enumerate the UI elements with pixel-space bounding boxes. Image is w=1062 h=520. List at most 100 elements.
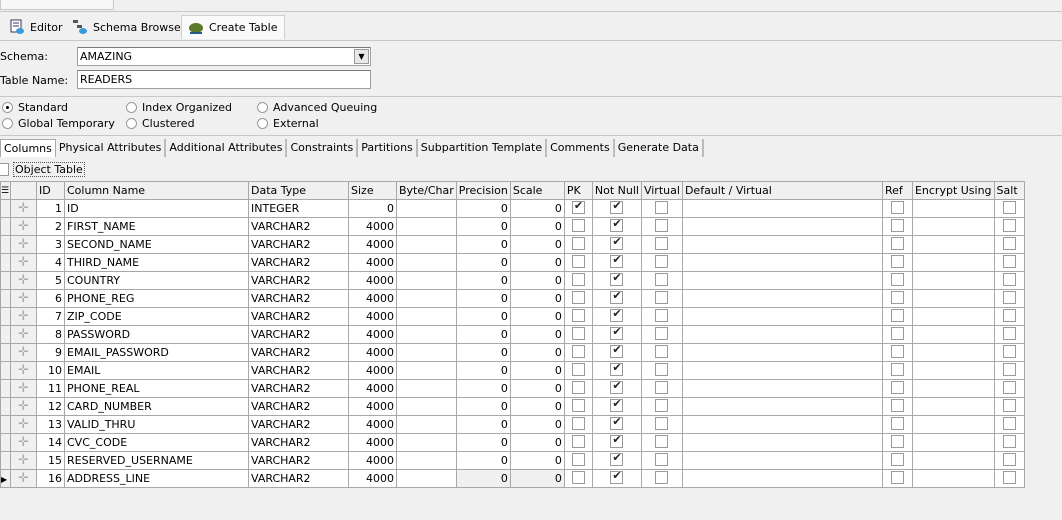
chevron-down-icon[interactable]: ▼ — [354, 49, 369, 64]
cell-column-name[interactable]: EMAIL — [64, 361, 249, 380]
cell-id[interactable]: 11 — [36, 379, 65, 398]
row-move-icon[interactable]: ✛ — [10, 289, 37, 308]
row-indicator[interactable] — [0, 343, 11, 362]
not-null-checkbox[interactable] — [591, 343, 642, 362]
cell-precision[interactable]: 0 — [455, 271, 511, 290]
cell-byte-char[interactable] — [396, 235, 457, 254]
ref-checkbox[interactable] — [881, 379, 913, 398]
cell-byte-char[interactable] — [396, 451, 457, 470]
cell-column-name[interactable]: ADDRESS_LINE — [64, 469, 249, 488]
virtual-checkbox[interactable] — [640, 433, 683, 452]
table-row[interactable]: ✛ 12 CARD_NUMBER VARCHAR2 4000 0 0 — [0, 397, 1025, 416]
cell-default[interactable] — [681, 379, 883, 398]
row-move-icon[interactable]: ✛ — [10, 199, 37, 218]
radio-external[interactable]: External — [257, 117, 319, 130]
salt-checkbox[interactable] — [993, 271, 1025, 290]
not-null-checkbox[interactable] — [591, 325, 642, 344]
virtual-checkbox[interactable] — [640, 307, 683, 326]
salt-checkbox[interactable] — [993, 289, 1025, 308]
table-row[interactable]: ✛ 5 COUNTRY VARCHAR2 4000 0 0 — [0, 271, 1025, 290]
cell-precision[interactable]: 0 — [455, 343, 511, 362]
cell-id[interactable]: 1 — [36, 199, 65, 218]
cell-scale[interactable]: 0 — [509, 451, 565, 470]
cell-size[interactable]: 4000 — [348, 289, 397, 308]
salt-checkbox[interactable] — [993, 397, 1025, 416]
ref-checkbox[interactable] — [881, 271, 913, 290]
subtab-partitions[interactable]: Partitions — [358, 139, 418, 157]
subtab-columns[interactable]: Columns — [0, 139, 56, 157]
cell-encrypt-using[interactable] — [911, 307, 995, 326]
cell-precision[interactable]: 0 — [455, 469, 511, 488]
column-header[interactable]: Data Type — [248, 181, 349, 200]
cell-encrypt-using[interactable] — [911, 253, 995, 272]
cell-byte-char[interactable] — [396, 271, 457, 290]
salt-checkbox[interactable] — [993, 343, 1025, 362]
ref-checkbox[interactable] — [881, 253, 913, 272]
salt-checkbox[interactable] — [993, 235, 1025, 254]
virtual-checkbox[interactable] — [640, 199, 683, 218]
cell-precision[interactable]: 0 — [455, 253, 511, 272]
not-null-checkbox[interactable] — [591, 451, 642, 470]
cell-byte-char[interactable] — [396, 217, 457, 236]
cell-column-name[interactable]: PASSWORD — [64, 325, 249, 344]
salt-checkbox[interactable] — [993, 217, 1025, 236]
cell-byte-char[interactable] — [396, 397, 457, 416]
not-null-checkbox[interactable] — [591, 217, 642, 236]
not-null-checkbox[interactable] — [591, 253, 642, 272]
cell-size[interactable]: 4000 — [348, 469, 397, 488]
cell-scale[interactable]: 0 — [509, 325, 565, 344]
column-header[interactable]: ID — [36, 181, 65, 200]
table-row[interactable]: ✛ 13 VALID_THRU VARCHAR2 4000 0 0 — [0, 415, 1025, 434]
cell-precision[interactable]: 0 — [455, 235, 511, 254]
cell-default[interactable] — [681, 361, 883, 380]
row-indicator[interactable] — [0, 271, 11, 290]
row-move-icon[interactable]: ✛ — [10, 343, 37, 362]
cell-scale[interactable]: 0 — [509, 415, 565, 434]
cell-data-type[interactable]: VARCHAR2 — [248, 469, 349, 488]
cell-encrypt-using[interactable] — [911, 469, 995, 488]
cell-data-type[interactable]: VARCHAR2 — [248, 235, 349, 254]
row-indicator[interactable] — [0, 289, 11, 308]
ref-checkbox[interactable] — [881, 415, 913, 434]
cell-size[interactable]: 4000 — [348, 271, 397, 290]
subtab-additional-attributes[interactable]: Additional Attributes — [166, 139, 288, 157]
radio-clustered[interactable]: Clustered — [126, 117, 195, 130]
pk-checkbox[interactable] — [563, 271, 593, 290]
cell-id[interactable]: 16 — [36, 469, 65, 488]
virtual-checkbox[interactable] — [640, 325, 683, 344]
cell-data-type[interactable]: VARCHAR2 — [248, 289, 349, 308]
cell-column-name[interactable]: EMAIL_PASSWORD — [64, 343, 249, 362]
schema-dropdown[interactable]: AMAZING ▼ — [77, 47, 371, 66]
cell-default[interactable] — [681, 415, 883, 434]
cell-encrypt-using[interactable] — [911, 235, 995, 254]
cell-column-name[interactable]: RESERVED_USERNAME — [64, 451, 249, 470]
cell-byte-char[interactable] — [396, 433, 457, 452]
row-move-icon[interactable]: ✛ — [10, 253, 37, 272]
cell-encrypt-using[interactable] — [911, 433, 995, 452]
cell-size[interactable]: 4000 — [348, 451, 397, 470]
row-indicator[interactable] — [0, 325, 11, 344]
cell-byte-char[interactable] — [396, 307, 457, 326]
cell-column-name[interactable]: ZIP_CODE — [64, 307, 249, 326]
virtual-checkbox[interactable] — [640, 379, 683, 398]
cell-precision[interactable]: 0 — [455, 415, 511, 434]
virtual-checkbox[interactable] — [640, 469, 683, 488]
cell-size[interactable]: 4000 — [348, 343, 397, 362]
column-header[interactable]: Column Name — [64, 181, 249, 200]
pk-checkbox[interactable] — [563, 451, 593, 470]
cell-id[interactable]: 5 — [36, 271, 65, 290]
column-header[interactable]: Ref — [881, 181, 913, 200]
salt-checkbox[interactable] — [993, 199, 1025, 218]
cell-scale[interactable]: 0 — [509, 343, 565, 362]
cell-encrypt-using[interactable] — [911, 217, 995, 236]
row-move-icon[interactable]: ✛ — [10, 415, 37, 434]
cell-id[interactable]: 4 — [36, 253, 65, 272]
ref-checkbox[interactable] — [881, 469, 913, 488]
column-header[interactable]: Not Null — [591, 181, 642, 200]
cell-scale[interactable]: 0 — [509, 361, 565, 380]
row-move-icon[interactable]: ✛ — [10, 379, 37, 398]
ref-checkbox[interactable] — [881, 217, 913, 236]
not-null-checkbox[interactable] — [591, 271, 642, 290]
ref-checkbox[interactable] — [881, 343, 913, 362]
cell-encrypt-using[interactable] — [911, 451, 995, 470]
